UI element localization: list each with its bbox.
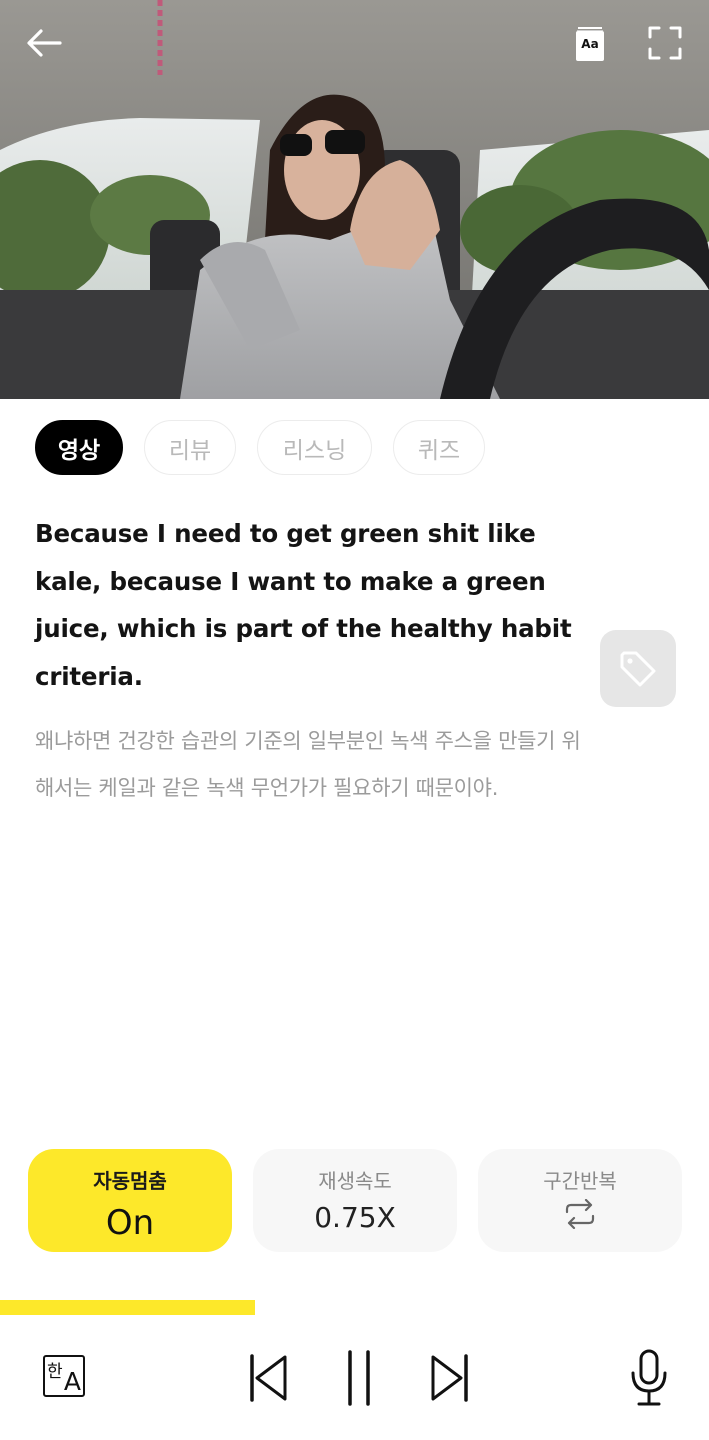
next-sentence-button[interactable] bbox=[426, 1350, 474, 1406]
auto-stop-value: On bbox=[105, 1203, 155, 1243]
auto-stop-toggle[interactable]: 자동멈춤 On bbox=[28, 1149, 232, 1252]
tab-video[interactable]: 영상 bbox=[35, 420, 123, 475]
auto-stop-label: 자동멈춤 bbox=[93, 1169, 167, 1193]
pause-icon bbox=[348, 1350, 370, 1406]
repeat-icon bbox=[478, 1199, 682, 1229]
sentence-korean: 왜냐하면 건강한 습관의 기준의 일부분인 녹색 주스을 만들기 위해서는 케일… bbox=[35, 729, 581, 800]
section-repeat-label: 구간반복 bbox=[543, 1169, 617, 1193]
translate-ko-glyph: 한 bbox=[47, 1362, 63, 1382]
translate-en-glyph: A bbox=[63, 1367, 81, 1396]
video-player[interactable]: Aa bbox=[0, 0, 709, 399]
playback-progress-bar[interactable] bbox=[0, 1300, 709, 1315]
playback-speed-value: 0.75X bbox=[314, 1201, 396, 1234]
back-button[interactable] bbox=[20, 20, 68, 66]
tag-button[interactable] bbox=[600, 630, 676, 707]
caption-label: Aa bbox=[581, 37, 599, 51]
playback-speed-label: 재생속도 bbox=[318, 1169, 392, 1193]
fullscreen-icon bbox=[648, 26, 682, 60]
playback-speed-button[interactable]: 재생속도 0.75X bbox=[253, 1149, 457, 1252]
microphone-icon bbox=[631, 1349, 667, 1406]
skip-next-icon bbox=[431, 1354, 468, 1402]
arrow-left-icon bbox=[27, 29, 62, 57]
translate-icon: 한 A bbox=[43, 1355, 85, 1397]
previous-sentence-button[interactable] bbox=[244, 1350, 292, 1406]
playback-progress-fill bbox=[0, 1300, 256, 1315]
translate-toggle-button[interactable]: 한 A bbox=[38, 1350, 90, 1402]
microphone-button[interactable] bbox=[624, 1348, 674, 1408]
content-tabs: 영상 리뷰 리스닝 퀴즈 bbox=[35, 420, 506, 475]
tab-review[interactable]: 리뷰 bbox=[144, 420, 236, 475]
section-repeat-button[interactable]: 구간반복 bbox=[478, 1149, 682, 1252]
pause-button[interactable] bbox=[336, 1348, 382, 1408]
skip-previous-icon bbox=[250, 1354, 287, 1402]
tab-listening[interactable]: 리스닝 bbox=[257, 420, 372, 475]
tag-icon bbox=[620, 651, 656, 686]
sentence-english[interactable]: Because I need to get green shit like ka… bbox=[35, 510, 580, 700]
tab-quiz[interactable]: 퀴즈 bbox=[393, 420, 485, 475]
caption-toggle-button[interactable]: Aa bbox=[568, 22, 612, 66]
fullscreen-button[interactable] bbox=[640, 20, 690, 66]
